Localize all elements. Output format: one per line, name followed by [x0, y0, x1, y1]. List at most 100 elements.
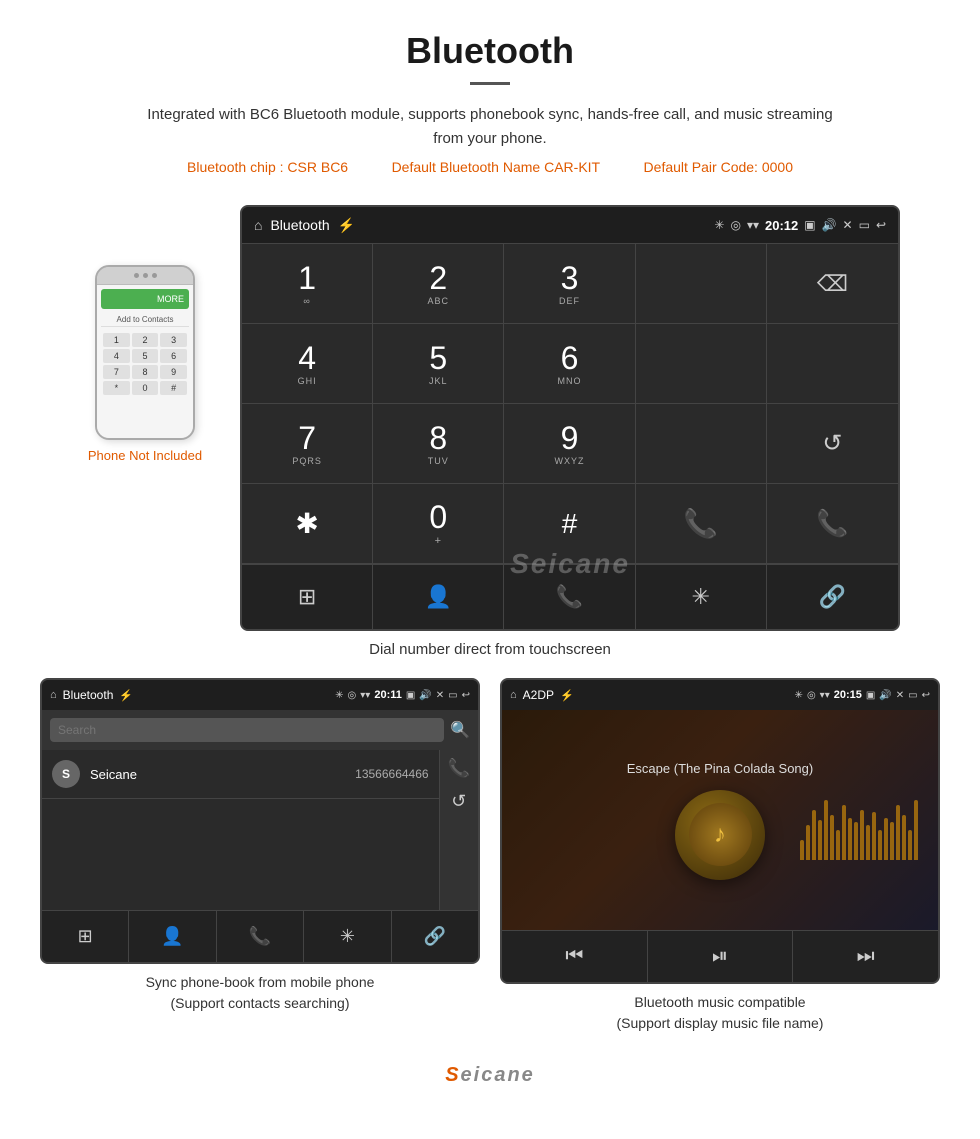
phone-key-0: 0 — [132, 381, 159, 395]
dial-vol-icon: 🔊 — [822, 218, 837, 232]
dial-backspace-key[interactable]: ⌫ — [767, 244, 898, 324]
dial-num-9: 9 — [561, 422, 579, 454]
dial-section: MORE Add to Contacts 1 2 3 4 5 6 7 8 9 *… — [0, 205, 980, 631]
pb-screen-title: Bluetooth — [63, 688, 114, 702]
pb-status-right: ✳ ◎ ▾▾ 20:11 ▣ 🔊 ✕ ▭ ↩ — [335, 689, 470, 701]
header-description: Integrated with BC6 Bluetooth module, su… — [140, 103, 840, 151]
dial-num-1: 1 — [298, 262, 316, 294]
music-card: ⌂ A2DP ⚡ ✳ ◎ ▾▾ 20:15 ▣ 🔊 ✕ ▭ ↩ E — [500, 678, 940, 1034]
header-specs: Bluetooth chip : CSR BC6 Default Bluetoo… — [20, 159, 960, 175]
footer-brand-s: S — [445, 1064, 460, 1086]
dial-home-icon: ⌂ — [254, 217, 262, 233]
phone-more-label: MORE — [157, 294, 184, 304]
link-icon: 🔗 — [819, 584, 846, 610]
phone-key-5: 5 — [132, 349, 159, 363]
dial-key-3[interactable]: 3 DEF — [504, 244, 635, 324]
pb-close-icon: ✕ — [436, 690, 444, 701]
contact-avatar: S — [52, 760, 80, 788]
dial-call-red-key[interactable]: 📞 — [767, 484, 898, 564]
phone-keypad: 1 2 3 4 5 6 7 8 9 * 0 # — [101, 331, 189, 397]
dial-key-5[interactable]: 5 JKL — [373, 324, 504, 404]
a2dp-gps-icon: ◎ — [807, 690, 816, 701]
dial-sub-8: TUV — [428, 456, 449, 466]
dial-key-7[interactable]: 7 PQRS — [242, 404, 373, 484]
dial-num-star: ✱ — [295, 510, 318, 538]
a2dp-close-icon: ✕ — [896, 690, 904, 701]
dial-call-green-key[interactable]: 📞 — [636, 484, 767, 564]
dial-refresh-key[interactable]: ↺ — [767, 404, 898, 484]
a2dp-status-right: ✳ ◎ ▾▾ 20:15 ▣ 🔊 ✕ ▭ ↩ — [795, 689, 930, 701]
dial-key-4[interactable]: 4 GHI — [242, 324, 373, 404]
dial-screen: ⌂ Bluetooth ⚡ ✳ ◎ ▾▾ 20:12 ▣ 🔊 ✕ ▭ ↩ — [240, 205, 900, 631]
contact-number: 13566664466 — [355, 767, 428, 781]
dial-empty-2 — [636, 324, 767, 404]
a2dp-next-btn[interactable]: ⏭ — [793, 931, 938, 982]
pb-call-icon[interactable]: 📞 — [448, 758, 470, 779]
pb-usb-icon: ⚡ — [119, 689, 133, 702]
visualizer-bar-11 — [866, 825, 870, 860]
dial-key-6[interactable]: 6 MNO — [504, 324, 635, 404]
phone-key-star: * — [103, 381, 130, 395]
pb-bt-icon: ✳ — [335, 690, 343, 701]
visualizer-bar-16 — [896, 805, 900, 860]
pb-toolbar: ⊞ 👤 📞 ✳ 🔗 — [42, 910, 478, 962]
pb-btn-link[interactable]: 🔗 — [392, 911, 478, 962]
visualizer-bar-9 — [854, 822, 858, 860]
code-spec: Default Pair Code: 0000 — [644, 159, 793, 175]
pb-btn-bt[interactable]: ✳ — [304, 911, 391, 962]
dial-num-7: 7 — [298, 422, 316, 454]
pb-btn-phone[interactable]: 📞 — [217, 911, 304, 962]
dial-time: 20:12 — [765, 218, 798, 233]
a2dp-bt-icon: ✳ — [795, 690, 803, 701]
visualizer-bar-10 — [860, 810, 864, 860]
footer: Seicane — [0, 1054, 980, 1107]
a2dp-camera-icon: ▣ — [866, 690, 875, 701]
phone-screen-top: MORE — [101, 289, 189, 309]
a2dp-prev-btn[interactable]: ⏮ — [502, 931, 648, 982]
phone-key-1: 1 — [103, 333, 130, 347]
visualizer-bar-15 — [890, 822, 894, 860]
dial-toolbar-bt[interactable]: ✳ — [636, 565, 767, 629]
visualizer-bar-1 — [806, 825, 810, 860]
dial-key-hash[interactable]: # — [504, 484, 635, 564]
dial-key-2[interactable]: 2 ABC — [373, 244, 504, 324]
dial-key-8[interactable]: 8 TUV — [373, 404, 504, 484]
dial-sub-4: GHI — [298, 376, 317, 386]
pb-refresh-icon[interactable]: ↺ — [451, 791, 466, 812]
a2dp-home-icon: ⌂ — [510, 689, 517, 701]
visualizer-bar-7 — [842, 805, 846, 860]
phone-screen: MORE Add to Contacts 1 2 3 4 5 6 7 8 9 *… — [97, 285, 193, 440]
dial-empty-3 — [767, 324, 898, 404]
a2dp-song-title: Escape (The Pina Colada Song) — [627, 761, 813, 776]
dial-toolbar-grid[interactable]: ⊞ — [242, 565, 373, 629]
pb-btn-grid[interactable]: ⊞ — [42, 911, 129, 962]
dial-toolbar-link[interactable]: 🔗 — [767, 565, 898, 629]
dial-key-9[interactable]: 9 WXYZ — [504, 404, 635, 484]
person-icon: 👤 — [425, 584, 452, 610]
music-caption: Bluetooth music compatible(Support displ… — [617, 992, 824, 1034]
dial-status-left: ⌂ Bluetooth ⚡ — [254, 217, 355, 234]
phone-key-7: 7 — [103, 365, 130, 379]
dial-toolbar-contacts[interactable]: 👤 — [373, 565, 504, 629]
pb-search-input[interactable] — [50, 718, 444, 742]
phone-key-6: 6 — [160, 349, 187, 363]
dial-key-star[interactable]: ✱ — [242, 484, 373, 564]
dial-empty-1 — [636, 244, 767, 324]
phone-key-2: 2 — [132, 333, 159, 347]
dial-key-0[interactable]: 0 + — [373, 484, 504, 564]
dial-toolbar: ⊞ 👤 📞 ✳ 🔗 — [242, 564, 898, 629]
visualizer-bar-13 — [878, 830, 882, 860]
pb-contact-row[interactable]: S Seicane 13566664466 — [42, 750, 439, 799]
pb-right-icons: 📞 ↺ — [439, 750, 478, 910]
a2dp-back-icon: ↩ — [922, 690, 930, 701]
grid-icon: ⊞ — [298, 584, 316, 610]
a2dp-play-btn[interactable]: ⏯ — [648, 931, 794, 982]
page-header: Bluetooth Integrated with BC6 Bluetooth … — [0, 0, 980, 205]
dial-toolbar-phone[interactable]: 📞 — [504, 565, 635, 629]
pb-btn-person[interactable]: 👤 — [129, 911, 216, 962]
dial-num-6: 6 — [561, 342, 579, 374]
phonebook-card: ⌂ Bluetooth ⚡ ✳ ◎ ▾▾ 20:11 ▣ 🔊 ✕ ▭ ↩ — [40, 678, 480, 1034]
dial-key-1[interactable]: 1 ∞ — [242, 244, 373, 324]
music-caption-text: Bluetooth music compatible(Support displ… — [617, 994, 824, 1031]
pb-back-icon: ↩ — [462, 690, 470, 701]
